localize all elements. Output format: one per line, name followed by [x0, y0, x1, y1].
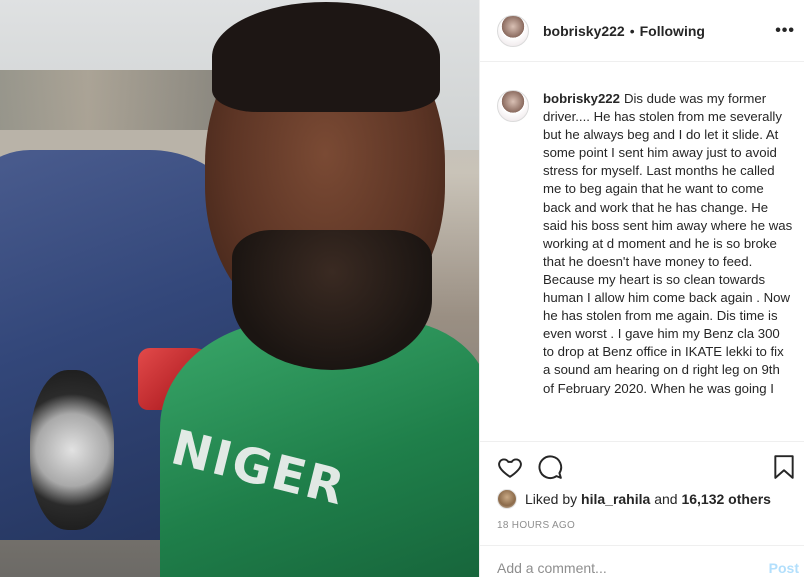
post-panel: bobrisky222 • Following ••• bobrisky222 D… — [479, 0, 804, 577]
liker-avatar[interactable] — [497, 489, 517, 509]
photo-person-beard — [232, 230, 432, 370]
action-row — [497, 454, 797, 482]
following-button[interactable]: Following — [640, 23, 705, 39]
more-icon[interactable]: ••• — [775, 22, 795, 40]
separator-dot: • — [629, 22, 635, 39]
likes-count[interactable]: 16,132 others — [681, 491, 771, 507]
post-photo[interactable]: NIGER — [0, 0, 479, 577]
caption-avatar[interactable] — [497, 90, 529, 122]
avatar[interactable] — [497, 14, 529, 47]
caption-body: Dis dude was my former driver.... He has… — [543, 91, 793, 396]
comment-input[interactable] — [497, 560, 737, 576]
caption-area: bobrisky222 Dis dude was my former driver… — [480, 62, 804, 442]
comment-icon[interactable] — [537, 454, 563, 480]
heart-icon[interactable] — [497, 454, 523, 480]
photo-car-wheel — [30, 370, 114, 530]
comment-bar: Post — [480, 545, 804, 577]
caption-username[interactable]: bobrisky222 — [543, 91, 620, 106]
caption-text: bobrisky222 Dis dude was my former driver… — [543, 90, 793, 442]
post-button[interactable]: Post — [769, 560, 799, 576]
header-username[interactable]: bobrisky222 — [543, 23, 625, 39]
likes-summary: Liked by hila_rahila and 16,132 others — [497, 488, 771, 510]
likes-conjunction: and — [654, 491, 678, 507]
post-timestamp[interactable]: 18 HOURS AGO — [497, 520, 575, 531]
liker-username[interactable]: hila_rahila — [581, 491, 650, 507]
post-header: bobrisky222 • Following ••• — [480, 0, 804, 62]
likes-prefix: Liked by — [525, 491, 578, 507]
bookmark-icon[interactable] — [771, 454, 797, 480]
photo-person-hair — [212, 2, 440, 112]
